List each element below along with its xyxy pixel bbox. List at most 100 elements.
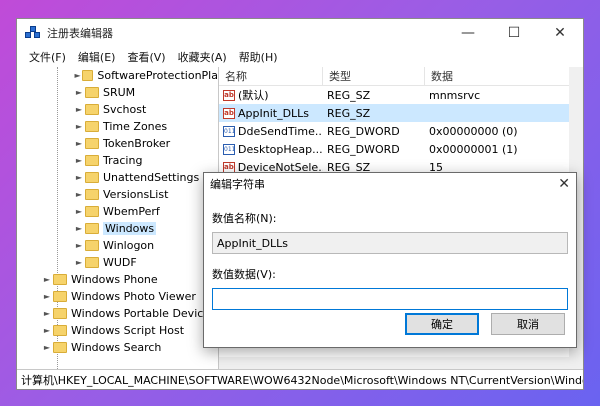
menu-file[interactable]: 文件(F) (23, 49, 72, 65)
menu-bar: 文件(F) 编辑(E) 查看(V) 收藏夹(A) 帮助(H) (17, 47, 583, 67)
tree-item[interactable]: ► WbemPerf (17, 203, 218, 220)
expand-arrow-icon[interactable]: ► (41, 326, 53, 335)
column-type[interactable]: 类型 (323, 66, 425, 86)
expand-arrow-icon[interactable]: ► (41, 292, 53, 301)
expand-arrow-icon[interactable]: ► (41, 309, 53, 318)
binary-value-icon: 011 (223, 125, 236, 137)
expand-arrow-icon[interactable]: ► (73, 190, 85, 199)
tree-item[interactable]: ► Tracing (17, 152, 218, 169)
tree-item-label: WUDF (103, 256, 137, 269)
value-type-cell: REG_DWORD (327, 124, 400, 138)
folder-icon (53, 325, 67, 336)
tree-item[interactable]: ► UnattendSettings (17, 169, 218, 186)
tree-item[interactable]: ► Windows Phone (17, 271, 218, 288)
folder-icon (85, 138, 99, 149)
dialog-close-icon[interactable]: ✕ (558, 176, 570, 192)
tree-item[interactable]: ► Winlogon (17, 237, 218, 254)
close-button[interactable]: ✕ (537, 19, 583, 47)
value-name-field: AppInit_DLLs (212, 232, 568, 254)
value-name-label: 数值名称(N): (212, 212, 277, 225)
folder-icon (82, 70, 94, 81)
tree-item[interactable]: ► SoftwareProtectionPla (17, 67, 218, 84)
tree-item-label: WbemPerf (103, 205, 160, 218)
folder-icon (53, 342, 67, 353)
tree-item-label: UnattendSettings (103, 171, 200, 184)
ok-button[interactable]: 确定 (405, 313, 479, 335)
tree-item[interactable]: ► SRUM (17, 84, 218, 101)
tree-item-label: SoftwareProtectionPla (97, 69, 218, 82)
list-header: 名称 类型 数据 (219, 66, 583, 86)
list-row[interactable]: 011 DesktopHeap... REG_DWORD 0x00000001 (1) (219, 140, 583, 158)
value-type-cell: REG_DWORD (327, 142, 400, 156)
folder-icon (85, 189, 99, 200)
edit-string-dialog: 编辑字符串 ✕ 数值名称(N): AppInit_DLLs 数值数据(V): 确… (203, 172, 577, 348)
expand-arrow-icon[interactable]: ► (73, 139, 85, 148)
folder-icon (85, 206, 99, 217)
menu-help[interactable]: 帮助(H) (233, 49, 284, 65)
value-data-cell: 0x00000000 (0) (429, 124, 518, 138)
value-data-input[interactable] (212, 288, 568, 310)
folder-icon (53, 308, 67, 319)
value-name-cell: 011 DesktopHeap... (223, 142, 323, 156)
expand-arrow-icon[interactable]: ► (73, 224, 85, 233)
folder-icon (85, 172, 99, 183)
tree-item[interactable]: ► Windows (17, 220, 218, 237)
horizontal-scrollbar[interactable] (219, 357, 583, 369)
cancel-button[interactable]: 取消 (491, 313, 565, 335)
folder-icon (85, 240, 99, 251)
expand-arrow-icon[interactable]: ► (73, 258, 85, 267)
string-value-icon: ab (223, 107, 235, 119)
maximize-button[interactable]: ☐ (491, 19, 537, 47)
list-row[interactable]: ab (默认) REG_SZ mnmsrvc (219, 86, 583, 104)
expand-arrow-icon[interactable]: ► (41, 343, 53, 352)
tree-item-label: Windows Script Host (71, 324, 185, 337)
tree-item[interactable]: ► VersionsList (17, 186, 218, 203)
value-data-label: 数值数据(V): (212, 268, 276, 281)
tree-item[interactable]: ► TokenBroker (17, 135, 218, 152)
tree-item[interactable]: ► Windows Photo Viewer (17, 288, 218, 305)
tree-item[interactable]: ► Time Zones (17, 118, 218, 135)
tree-item-label: Windows Photo Viewer (71, 290, 196, 303)
tree-item[interactable]: ► WUDF (17, 254, 218, 271)
expand-arrow-icon[interactable]: ► (73, 105, 85, 114)
tree-item[interactable]: ► Windows Portable Devices (17, 305, 218, 322)
menu-favorites[interactable]: 收藏夹(A) (172, 49, 233, 65)
folder-icon (85, 87, 99, 98)
tree-item[interactable]: ► Windows Search (17, 339, 218, 356)
folder-icon (85, 121, 99, 132)
menu-view[interactable]: 查看(V) (121, 49, 171, 65)
binary-value-icon: 011 (223, 143, 236, 155)
value-name-cell: ab AppInit_DLLs (223, 106, 310, 120)
tree-item-label: Windows Search (71, 341, 162, 354)
tree-item-label: Time Zones (103, 120, 168, 133)
list-row[interactable]: ab AppInit_DLLs REG_SZ (219, 104, 583, 122)
tree-item[interactable]: ► Windows Script Host (17, 322, 218, 339)
expand-arrow-icon[interactable]: ► (73, 207, 85, 216)
folder-icon (53, 291, 67, 302)
tree-item-label: VersionsList (103, 188, 169, 201)
key-tree[interactable]: ► SoftwareProtectionPla ► SRUM ► Svchost ► Time… (17, 67, 219, 369)
value-data-cell: mnmsrvc (429, 88, 481, 102)
folder-icon (53, 274, 67, 285)
tree-item[interactable]: ► Svchost (17, 101, 218, 118)
window-title: 注册表编辑器 (47, 27, 113, 40)
expand-arrow-icon[interactable]: ► (73, 122, 85, 131)
value-name-cell: ab (默认) (223, 89, 269, 102)
tree-item-label: Windows (103, 222, 157, 235)
expand-arrow-icon[interactable]: ► (73, 241, 85, 250)
column-data[interactable]: 数据 (425, 67, 555, 86)
minimize-button[interactable]: — (445, 19, 491, 47)
value-type-cell: REG_SZ (327, 88, 371, 102)
value-type-cell: REG_SZ (327, 106, 371, 120)
tree-item-label: Svchost (103, 103, 147, 116)
tree-item-label: SRUM (103, 86, 136, 99)
expand-arrow-icon[interactable]: ► (73, 88, 85, 97)
list-row[interactable]: 011 DdeSendTime... REG_DWORD 0x00000000 (0) (219, 122, 583, 140)
expand-arrow-icon[interactable]: ► (41, 275, 53, 284)
expand-arrow-icon[interactable]: ► (73, 71, 82, 80)
expand-arrow-icon[interactable]: ► (73, 173, 85, 182)
column-name[interactable]: 名称 (219, 66, 323, 86)
expand-arrow-icon[interactable]: ► (73, 156, 85, 165)
tree-item-label: TokenBroker (103, 137, 171, 150)
menu-edit[interactable]: 编辑(E) (72, 49, 122, 65)
